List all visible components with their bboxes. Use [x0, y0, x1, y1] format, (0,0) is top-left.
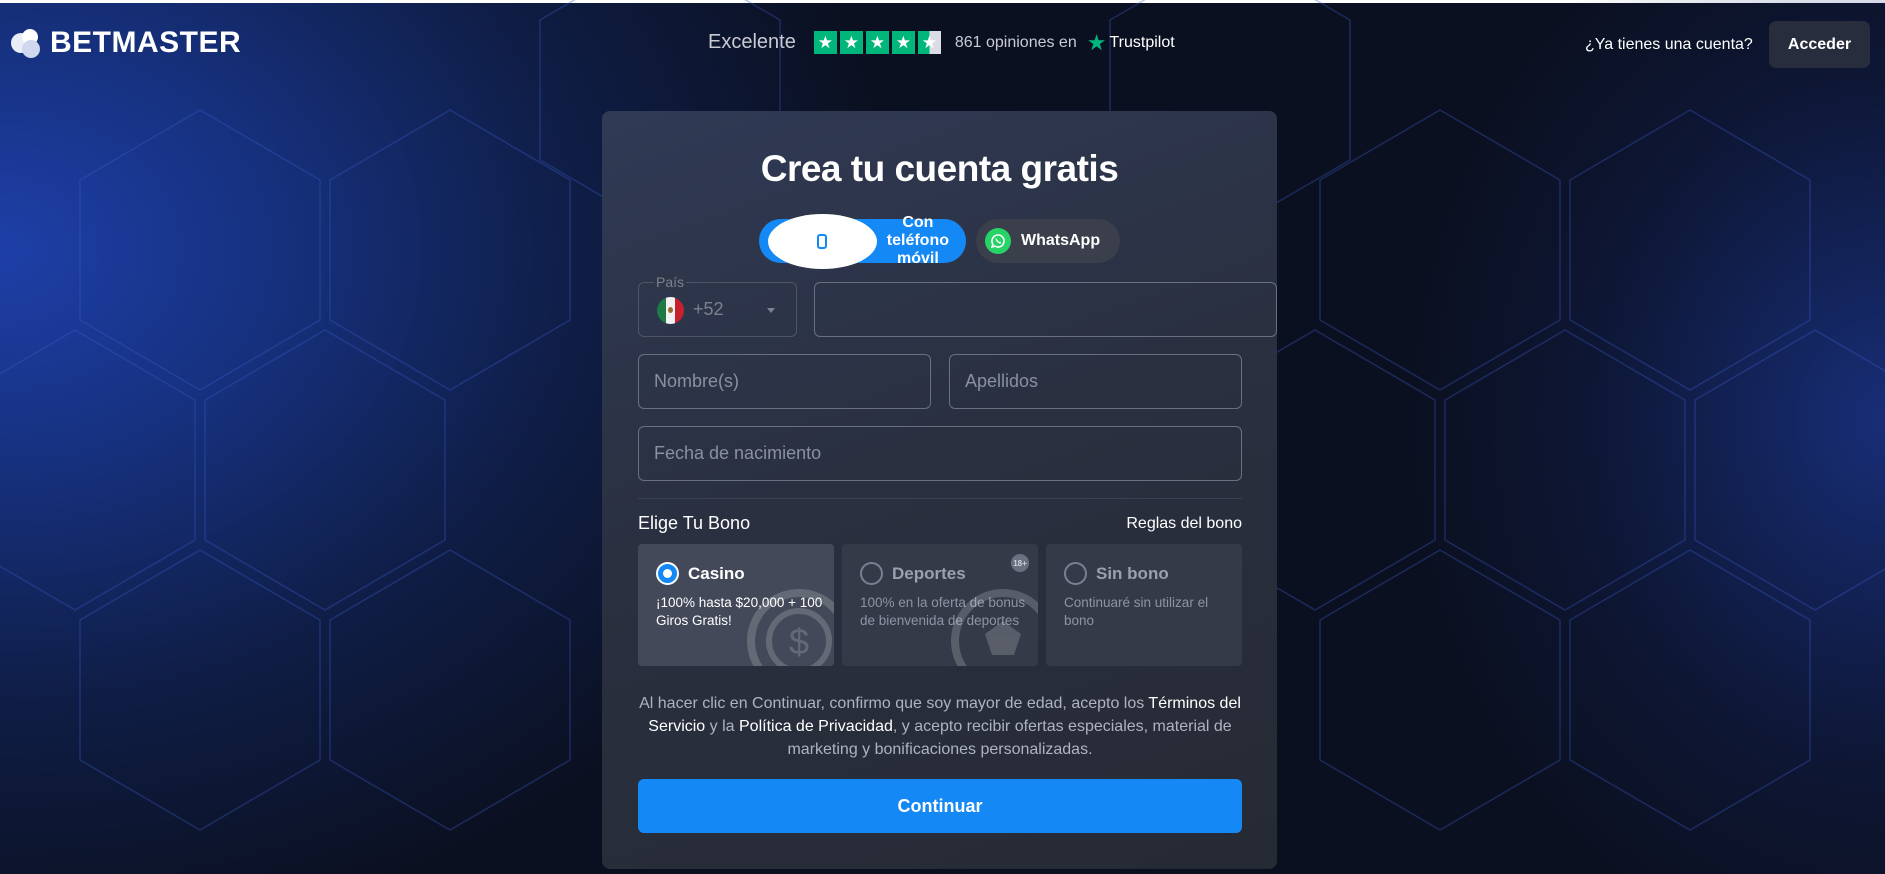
star-icon: ★ [839, 31, 863, 54]
trustpilot-review-count: 861 opiniones en [954, 33, 1077, 51]
country-code: +52 [693, 299, 724, 319]
account-question: ¿Ya tienes una cuenta? [1585, 36, 1753, 53]
phone-input[interactable] [815, 283, 1276, 336]
trustpilot-brand-name: Trustpilot [1109, 33, 1175, 51]
whatsapp-icon [985, 228, 1011, 254]
last-name-input[interactable] [950, 355, 1241, 408]
terms-part: Al hacer clic en Continuar, confirmo que… [639, 695, 1149, 712]
star-icon: ★ [891, 31, 915, 54]
signup-method-tabs: Con teléfono móvil WhatsApp [759, 213, 1120, 269]
page-title: Crea tu cuenta gratis [760, 148, 1119, 189]
age-restriction-badge: 18+ [1011, 554, 1029, 572]
trustpilot-star-icon: ★ [1086, 29, 1107, 55]
signup-card: Crea tu cuenta gratis Con teléfono móvil… [602, 111, 1277, 869]
privacy-policy-link[interactable]: Política de Privacidad [739, 718, 893, 735]
bonus-option-sin-bono[interactable]: Sin bono Continuaré sin utilizar el bono [1046, 544, 1242, 666]
divider [638, 498, 1242, 499]
mexico-flag-icon [657, 297, 684, 324]
phone-icon [768, 213, 877, 269]
tab-whatsapp[interactable]: WhatsApp [976, 219, 1120, 263]
radio-unselected[interactable] [860, 562, 883, 585]
trustpilot-rating-text: Excelente [708, 31, 796, 53]
birthdate-input[interactable] [639, 427, 1241, 480]
svg-text:$: $ [789, 621, 809, 662]
login-button[interactable]: Acceder [1769, 21, 1870, 68]
trustpilot-stars: ★ ★ ★ ★ ★ [813, 31, 941, 54]
bonus-name: Casino [688, 564, 745, 583]
radio-unselected[interactable] [1064, 562, 1087, 585]
terms-text: Al hacer clic en Continuar, confirmo que… [638, 692, 1242, 761]
logo-mark-icon [11, 29, 40, 58]
coin-icon: $ [747, 589, 834, 666]
bonus-name: Sin bono [1096, 564, 1169, 583]
bonus-name: Deportes [892, 564, 966, 583]
star-icon: ★ [865, 31, 889, 54]
bonus-rules-link[interactable]: Reglas del bono [1126, 515, 1242, 533]
radio-selected[interactable] [656, 562, 679, 585]
star-icon: ★ [813, 31, 837, 54]
trustpilot-brand: ★ Trustpilot [1086, 29, 1175, 55]
tab-phone[interactable]: Con teléfono móvil [759, 213, 966, 269]
continue-button[interactable]: Continuar [638, 779, 1242, 833]
brand-name: BETMASTER [50, 26, 242, 59]
first-name-input[interactable] [639, 355, 930, 408]
tab-whatsapp-label: WhatsApp [1021, 232, 1101, 249]
first-name-field[interactable] [638, 354, 931, 409]
bonus-description: Continuaré sin utilizar el bono [1064, 595, 1209, 628]
phone-field[interactable] [814, 282, 1277, 337]
bonus-option-casino[interactable]: Casino ¡100% hasta $20,000 + 100 Giros G… [638, 544, 834, 666]
chevron-down-icon [767, 308, 775, 313]
bonus-option-deportes[interactable]: Deportes 18+ 100% en la oferta de bonus … [842, 544, 1038, 666]
soccer-ball-icon [951, 589, 1038, 666]
half-star-icon: ★ [917, 31, 941, 54]
last-name-field[interactable] [949, 354, 1242, 409]
brand-logo[interactable]: BETMASTER [8, 25, 241, 61]
whatsapp-glyph-icon [990, 234, 1005, 249]
birthdate-field[interactable] [638, 426, 1242, 481]
trustpilot-widget[interactable]: Excelente ★ ★ ★ ★ ★ 861 opiniones en ★ T… [708, 31, 1175, 54]
terms-part: y la [705, 718, 739, 735]
tab-phone-label: Con teléfono móvil [886, 214, 949, 267]
country-select[interactable]: País +52 [638, 274, 797, 337]
top-bar: BETMASTER Excelente ★ ★ ★ ★ ★ 861 opinio… [0, 3, 1885, 83]
country-label: País [654, 274, 687, 290]
bonus-section-title: Elige Tu Bono [638, 513, 751, 533]
